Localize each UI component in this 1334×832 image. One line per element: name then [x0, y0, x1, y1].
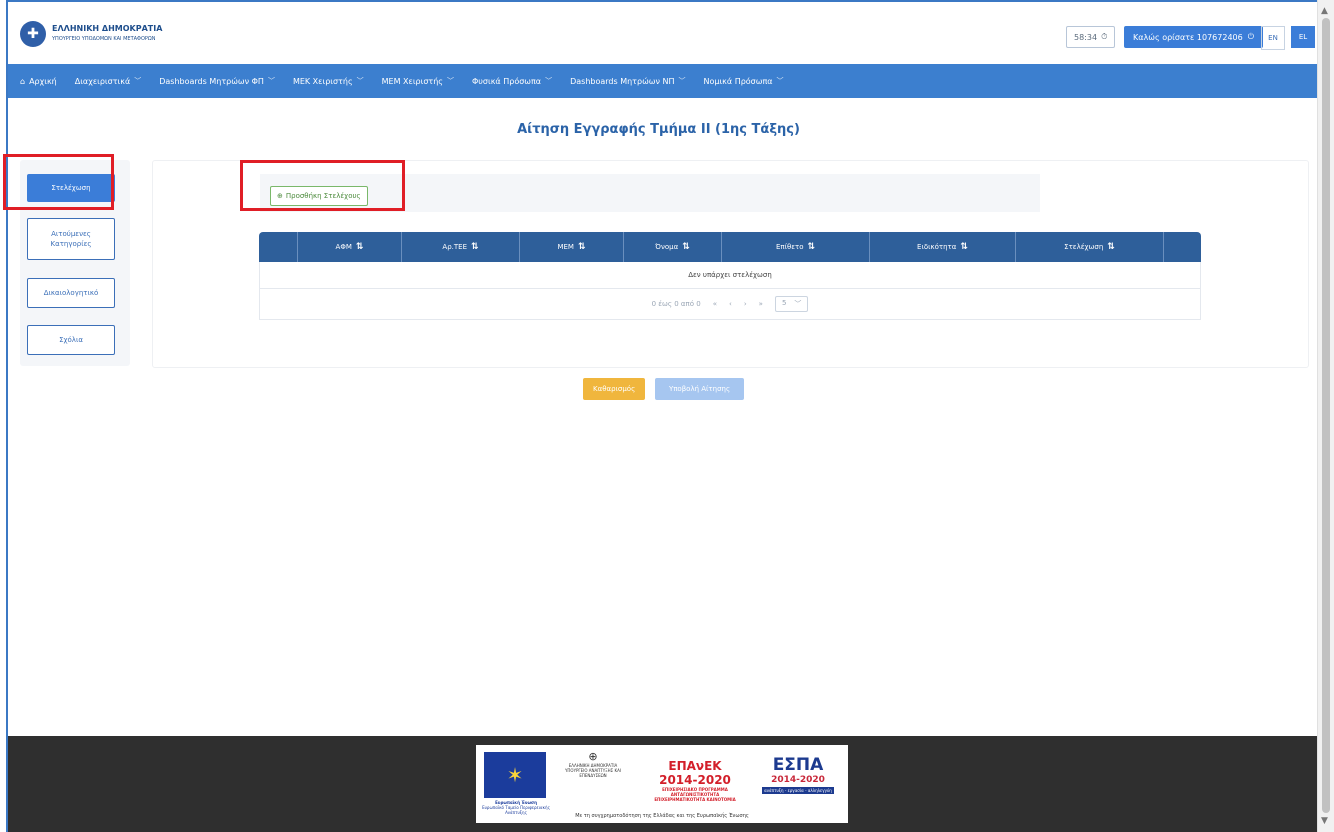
- nav-label: Dashboards Μητρώων ΝΠ: [570, 76, 675, 86]
- logo-title: ΕΛΛΗΝΙΚΗ ΔΗΜΟΚΡΑΤΙΑ: [52, 24, 163, 33]
- nav-label: ΜΕΚ Χειριστής: [292, 76, 353, 86]
- funding-banner: ✶ Ευρωπαϊκή Ένωση Ευρωπαϊκό Ταμείο Περιφ…: [476, 745, 848, 823]
- lang-en-button[interactable]: EN: [1261, 26, 1285, 50]
- eu-flag-icon: ✶: [484, 752, 546, 798]
- highlight-box-staff: [3, 154, 114, 210]
- nav-label: ΜΕΜ Χειριστής: [381, 76, 443, 86]
- nav-home[interactable]: ⌂ Αρχική: [20, 77, 57, 86]
- ministry-logo[interactable]: ✚ ΕΛΛΗΝΙΚΗ ΔΗΜΟΚΡΑΤΙΑ ΥΠΟΥΡΓΕΙΟ ΥΠΟΔΟΜΩΝ…: [20, 21, 162, 47]
- session-time: 58:34: [1074, 32, 1098, 42]
- user-welcome-button[interactable]: Καλώς ορίσατε 107672406 ⏻: [1124, 26, 1264, 48]
- submit-application-button[interactable]: Υποβολή Αίτησης: [655, 378, 744, 400]
- chevron-down-icon: ﹀: [356, 77, 364, 85]
- column-label: Στελέχωση: [1064, 243, 1104, 251]
- nav-dashboards-np[interactable]: Dashboards Μητρώων ΝΠ ﹀: [570, 76, 685, 86]
- lang-el-button[interactable]: EL: [1291, 26, 1315, 48]
- gov-label: ΕΛΛΗΝΙΚΗ ΔΗΜΟΚΡΑΤΙΑ ΥΠΟΥΡΓΕΙΟ ΑΝΑΠΤΥΞΗΣ …: [564, 763, 622, 778]
- column-label: Ειδικότητα: [917, 243, 957, 251]
- sort-icon: ⇅: [807, 242, 816, 252]
- side-tab-categories[interactable]: Αιτούμενες Κατηγορίες: [27, 218, 115, 260]
- side-tab-documents[interactable]: Δικαιολογητικό: [27, 278, 115, 308]
- home-icon: ⌂: [20, 76, 26, 86]
- chevron-down-icon: ﹀: [794, 300, 802, 308]
- rows-per-page-select[interactable]: 5 ﹀: [774, 296, 809, 312]
- scroll-down-icon[interactable]: ▼: [1321, 816, 1328, 826]
- nav-dashboards-fp[interactable]: Dashboards Μητρώων ΦΠ ﹀: [159, 76, 275, 86]
- highlight-box-add: [240, 160, 405, 211]
- select-column: [259, 232, 297, 262]
- chevron-down-icon: ﹀: [447, 77, 454, 85]
- sort-icon: ⇅: [471, 242, 479, 252]
- next-page-icon[interactable]: ›: [744, 300, 747, 308]
- col-mem[interactable]: ΜΕΜ ⇅: [519, 232, 623, 262]
- column-label: Όνομα: [655, 243, 679, 251]
- nav-mek[interactable]: ΜΕΚ Χειριστής ﹀: [293, 76, 364, 86]
- epanek-logo: ΕΠΑνΕΚ 2014-2020 ΕΠΙΧΕΙΡΗΣΙΑΚΟ ΠΡΟΓΡΑΜΜΑ…: [651, 759, 739, 802]
- col-specialty[interactable]: Ειδικότητα ⇅: [869, 232, 1015, 262]
- col-tee[interactable]: Αρ.ΤΕΕ ⇅: [401, 232, 519, 262]
- scrollbar-thumb[interactable]: [1322, 18, 1330, 813]
- footer: ✶ Ευρωπαϊκή Ένωση Ευρωπαϊκό Ταμείο Περιφ…: [8, 736, 1317, 832]
- sort-icon: ⇅: [1107, 242, 1115, 252]
- paginator: 0 έως 0 από 0 « ‹ › » 5 ﹀: [259, 289, 1201, 320]
- vertical-scrollbar[interactable]: ▲ ▼: [1317, 0, 1334, 832]
- session-timer: 58:34 ⏱: [1066, 26, 1116, 48]
- sort-icon: ⇅: [355, 242, 364, 252]
- espa-logo: ΕΣΠΑ 2014-2020 ανάπτυξη - εργασία - αλλη…: [762, 755, 834, 794]
- sort-icon: ⇅: [960, 242, 968, 252]
- espa-title: ΕΣΠΑ: [772, 755, 824, 775]
- column-label: Αρ.ΤΕΕ: [442, 243, 468, 251]
- col-staffing[interactable]: Στελέχωση ⇅: [1015, 232, 1163, 262]
- col-last-name[interactable]: Επίθετο ⇅: [721, 232, 869, 262]
- col-first-name[interactable]: Όνομα ⇅: [623, 232, 721, 262]
- staff-table: ΑΦΜ ⇅ Αρ.ΤΕΕ ⇅ ΜΕΜ ⇅ Όνομα ⇅ Επίθετο ⇅ Ειδικό…: [259, 232, 1201, 320]
- epanek-subtitle: ΕΠΙΧΕΙΡΗΣΙΑΚΟ ΠΡΟΓΡΑΜΜΑ ΑΝΤΑΓΩΝΙΣΤΙΚΟΤΗΤ…: [654, 787, 736, 802]
- page-title: Αίτηση Εγγραφής Τμήμα ΙΙ (1ης Τάξης): [517, 122, 800, 137]
- table-header: ΑΦΜ ⇅ Αρ.ΤΕΕ ⇅ ΜΕΜ ⇅ Όνομα ⇅ Επίθετο ⇅ Ειδικό…: [259, 232, 1201, 262]
- side-tab-comments[interactable]: Σχόλια: [27, 325, 115, 355]
- logo-subtitle: ΥΠΟΥΡΓΕΙΟ ΥΠΟΔΟΜΩΝ ΚΑΙ ΜΕΤΑΦΟΡΩΝ: [52, 36, 156, 42]
- welcome-text: Καλώς ορίσατε 107672406: [1133, 32, 1243, 42]
- main-navbar: ⌂ Αρχική Διαχειριστικά ﹀ Dashboards Μητρώω…: [8, 64, 1317, 98]
- nav-label: Αρχική: [29, 76, 57, 86]
- col-afm[interactable]: ΑΦΜ ⇅: [297, 232, 401, 262]
- first-page-icon[interactable]: «: [713, 300, 717, 308]
- espa-slogan: ανάπτυξη - εργασία - αλληλεγγύη: [762, 787, 834, 794]
- clear-button[interactable]: Καθαρισμός: [583, 378, 646, 400]
- gov-ministry-logo: ⊕ ΕΛΛΗΝΙΚΗ ΔΗΜΟΚΡΑΤΙΑ ΥΠΟΥΡΓΕΙΟ ΑΝΑΠΤΥΞΗ…: [558, 750, 628, 779]
- nav-label: Νομικά Πρόσωπα: [703, 76, 773, 86]
- actions-column: [1163, 232, 1201, 262]
- nav-legal-persons[interactable]: Νομικά Πρόσωπα ﹀: [703, 76, 783, 86]
- power-icon: ⏻: [1247, 32, 1255, 41]
- nav-label: Dashboards Μητρώων ΦΠ: [159, 76, 264, 86]
- pager-range: 0 έως 0 από 0: [651, 300, 701, 308]
- chevron-down-icon: ﹀: [545, 77, 553, 85]
- sort-icon: ⇅: [577, 242, 586, 252]
- nav-label: Φυσικά Πρόσωπα: [472, 76, 542, 86]
- last-page-icon[interactable]: »: [759, 300, 763, 308]
- chevron-down-icon: ﹀: [267, 77, 275, 85]
- chevron-down-icon: ﹀: [776, 77, 784, 85]
- empty-message: Δεν υπάρχει στελέχωση: [259, 262, 1201, 289]
- nav-natural-persons[interactable]: Φυσικά Πρόσωπα ﹀: [472, 76, 552, 86]
- chevron-down-icon: ﹀: [134, 77, 142, 85]
- sort-icon: ⇅: [682, 242, 690, 252]
- column-label: ΜΕΜ: [557, 243, 574, 251]
- epanek-title: ΕΠΑνΕΚ 2014-2020: [659, 759, 731, 787]
- column-label: ΑΦΜ: [335, 243, 352, 251]
- scroll-up-icon[interactable]: ▲: [1321, 6, 1328, 16]
- nav-label: Διαχειριστικά: [74, 76, 131, 86]
- rows-per-page-value: 5: [781, 299, 787, 307]
- greek-emblem-icon: ✚: [20, 21, 46, 47]
- top-header: ✚ ΕΛΛΗΝΙΚΗ ΔΗΜΟΚΡΑΤΙΑ ΥΠΟΥΡΓΕΙΟ ΥΠΟΔΟΜΩΝ…: [8, 2, 1317, 64]
- espa-years: 2014-2020: [771, 775, 825, 785]
- nav-admin[interactable]: Διαχειριστικά ﹀: [75, 76, 141, 86]
- greek-emblem-icon: ⊕: [588, 750, 598, 763]
- prev-page-icon[interactable]: ‹: [729, 300, 732, 308]
- cofunding-note: Με τη συγχρηματοδότηση της Ελλάδας και τ…: [575, 813, 749, 819]
- chevron-down-icon: ﹀: [678, 77, 686, 85]
- nav-mem[interactable]: ΜΕΜ Χειριστής ﹀: [382, 76, 454, 86]
- column-label: Επίθετο: [775, 243, 804, 251]
- clock-icon: ⏱: [1101, 32, 1108, 41]
